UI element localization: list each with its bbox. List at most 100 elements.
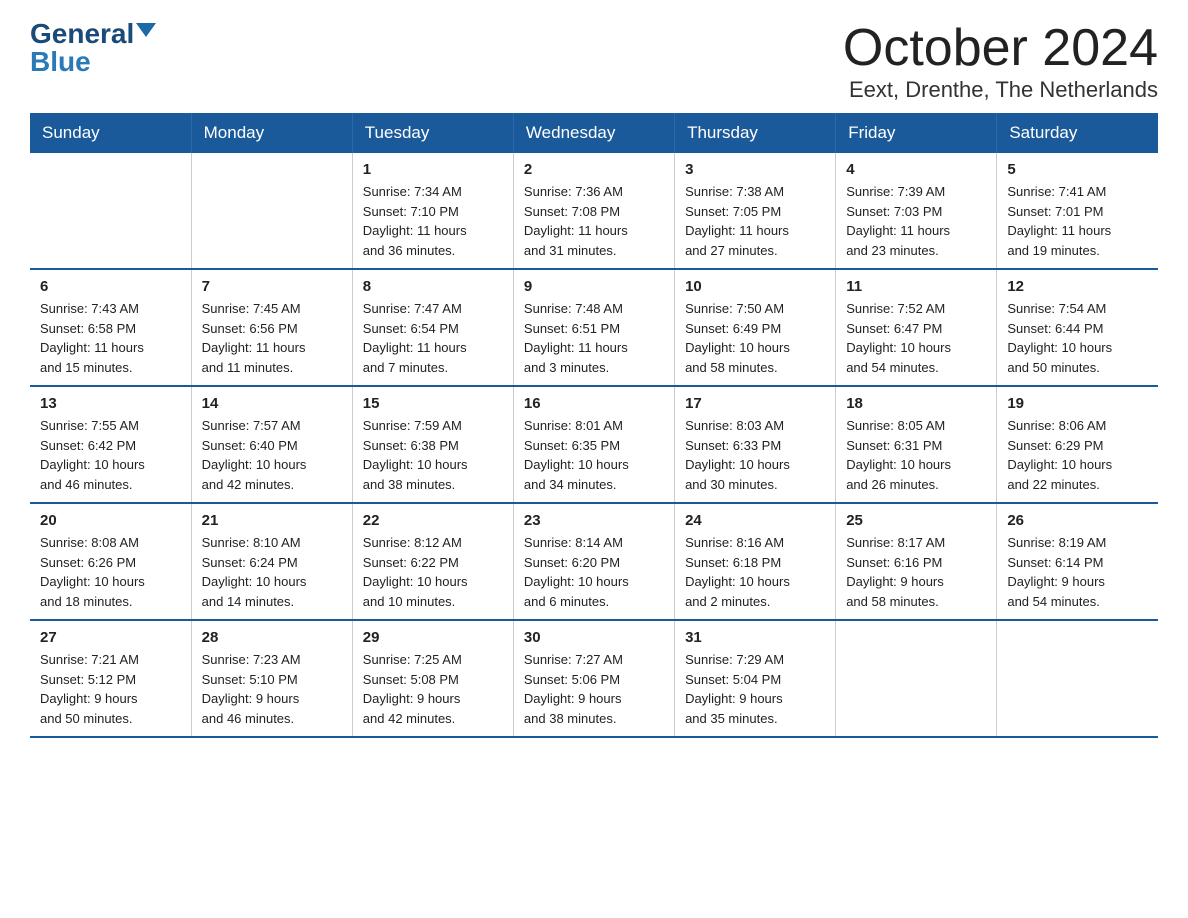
calendar-cell: 31 Sunrise: 7:29 AM Sunset: 5:04 PM Dayli… (675, 620, 836, 737)
calendar-cell: 12 Sunrise: 7:54 AM Sunset: 6:44 PM Dayli… (997, 269, 1158, 386)
day-info: Sunrise: 8:19 AM Sunset: 6:14 PM Dayligh… (1007, 533, 1148, 611)
day-number: 20 (40, 512, 181, 529)
day-number: 6 (40, 278, 181, 295)
day-number: 14 (202, 395, 342, 412)
day-info: Sunrise: 7:43 AM Sunset: 6:58 PM Dayligh… (40, 299, 181, 377)
calendar-cell: 1 Sunrise: 7:34 AM Sunset: 7:10 PM Daylig… (352, 153, 513, 269)
calendar-cell: 7Sunrise: 7:45 AM Sunset: 6:56 PM Daylig… (191, 269, 352, 386)
calendar-cell: 6 Sunrise: 7:43 AM Sunset: 6:58 PM Daylig… (30, 269, 191, 386)
calendar-cell: 25 Sunrise: 8:17 AM Sunset: 6:16 PM Dayli… (836, 503, 997, 620)
calendar-cell: 10Sunrise: 7:50 AM Sunset: 6:49 PM Dayli… (675, 269, 836, 386)
day-info: Sunrise: 7:55 AM Sunset: 6:42 PM Dayligh… (40, 416, 181, 494)
day-number: 3 (685, 161, 825, 178)
day-info: Sunrise: 8:17 AM Sunset: 6:16 PM Dayligh… (846, 533, 986, 611)
day-info: Sunrise: 8:16 AM Sunset: 6:18 PM Dayligh… (685, 533, 825, 611)
calendar-cell (997, 620, 1158, 737)
day-number: 27 (40, 629, 181, 646)
day-info: Sunrise: 7:59 AM Sunset: 6:38 PM Dayligh… (363, 416, 503, 494)
calendar-cell: 29Sunrise: 7:25 AM Sunset: 5:08 PM Dayli… (352, 620, 513, 737)
day-info: Sunrise: 7:29 AM Sunset: 5:04 PM Dayligh… (685, 650, 825, 728)
day-number: 23 (524, 512, 664, 529)
logo-blue-text: Blue (30, 48, 91, 76)
location-title: Eext, Drenthe, The Netherlands (843, 77, 1158, 103)
day-info: Sunrise: 7:38 AM Sunset: 7:05 PM Dayligh… (685, 182, 825, 260)
calendar-cell: 21Sunrise: 8:10 AM Sunset: 6:24 PM Dayli… (191, 503, 352, 620)
day-info: Sunrise: 7:45 AM Sunset: 6:56 PM Dayligh… (202, 299, 342, 377)
calendar-week-row: 1 Sunrise: 7:34 AM Sunset: 7:10 PM Daylig… (30, 153, 1158, 269)
day-info: Sunrise: 7:52 AM Sunset: 6:47 PM Dayligh… (846, 299, 986, 377)
calendar-cell: 16 Sunrise: 8:01 AM Sunset: 6:35 PM Dayli… (513, 386, 674, 503)
day-number: 8 (363, 278, 503, 295)
calendar-header-row: SundayMondayTuesdayWednesdayThursdayFrid… (30, 113, 1158, 153)
day-info: Sunrise: 8:14 AM Sunset: 6:20 PM Dayligh… (524, 533, 664, 611)
column-header-tuesday: Tuesday (352, 113, 513, 153)
column-header-monday: Monday (191, 113, 352, 153)
day-number: 19 (1007, 395, 1148, 412)
day-info: Sunrise: 7:27 AM Sunset: 5:06 PM Dayligh… (524, 650, 664, 728)
calendar-cell: 26Sunrise: 8:19 AM Sunset: 6:14 PM Dayli… (997, 503, 1158, 620)
calendar-table: SundayMondayTuesdayWednesdayThursdayFrid… (30, 113, 1158, 738)
calendar-cell: 11 Sunrise: 7:52 AM Sunset: 6:47 PM Dayli… (836, 269, 997, 386)
calendar-cell (191, 153, 352, 269)
day-info: Sunrise: 7:47 AM Sunset: 6:54 PM Dayligh… (363, 299, 503, 377)
day-number: 22 (363, 512, 503, 529)
day-number: 1 (363, 161, 503, 178)
day-info: Sunrise: 7:23 AM Sunset: 5:10 PM Dayligh… (202, 650, 342, 728)
calendar-cell: 9 Sunrise: 7:48 AM Sunset: 6:51 PM Daylig… (513, 269, 674, 386)
calendar-cell: 24 Sunrise: 8:16 AM Sunset: 6:18 PM Dayli… (675, 503, 836, 620)
calendar-cell: 18 Sunrise: 8:05 AM Sunset: 6:31 PM Dayli… (836, 386, 997, 503)
title-section: October 2024 Eext, Drenthe, The Netherla… (843, 20, 1158, 103)
day-number: 16 (524, 395, 664, 412)
calendar-cell (30, 153, 191, 269)
calendar-cell: 23 Sunrise: 8:14 AM Sunset: 6:20 PM Dayli… (513, 503, 674, 620)
day-info: Sunrise: 7:48 AM Sunset: 6:51 PM Dayligh… (524, 299, 664, 377)
column-header-thursday: Thursday (675, 113, 836, 153)
day-info: Sunrise: 8:03 AM Sunset: 6:33 PM Dayligh… (685, 416, 825, 494)
day-number: 30 (524, 629, 664, 646)
day-info: Sunrise: 7:21 AM Sunset: 5:12 PM Dayligh… (40, 650, 181, 728)
day-number: 21 (202, 512, 342, 529)
calendar-cell (836, 620, 997, 737)
day-number: 9 (524, 278, 664, 295)
calendar-cell: 27 Sunrise: 7:21 AM Sunset: 5:12 PM Dayli… (30, 620, 191, 737)
calendar-cell: 13 Sunrise: 7:55 AM Sunset: 6:42 PM Dayli… (30, 386, 191, 503)
day-number: 29 (363, 629, 503, 646)
calendar-cell: 4 Sunrise: 7:39 AM Sunset: 7:03 PM Daylig… (836, 153, 997, 269)
calendar-week-row: 6 Sunrise: 7:43 AM Sunset: 6:58 PM Daylig… (30, 269, 1158, 386)
calendar-cell: 2Sunrise: 7:36 AM Sunset: 7:08 PM Daylig… (513, 153, 674, 269)
day-number: 10 (685, 278, 825, 295)
calendar-cell: 8 Sunrise: 7:47 AM Sunset: 6:54 PM Daylig… (352, 269, 513, 386)
day-info: Sunrise: 7:41 AM Sunset: 7:01 PM Dayligh… (1007, 182, 1148, 260)
day-number: 25 (846, 512, 986, 529)
day-info: Sunrise: 7:54 AM Sunset: 6:44 PM Dayligh… (1007, 299, 1148, 377)
day-info: Sunrise: 7:36 AM Sunset: 7:08 PM Dayligh… (524, 182, 664, 260)
calendar-cell: 17 Sunrise: 8:03 AM Sunset: 6:33 PM Dayli… (675, 386, 836, 503)
calendar-cell: 22 Sunrise: 8:12 AM Sunset: 6:22 PM Dayli… (352, 503, 513, 620)
day-info: Sunrise: 7:39 AM Sunset: 7:03 PM Dayligh… (846, 182, 986, 260)
day-info: Sunrise: 7:57 AM Sunset: 6:40 PM Dayligh… (202, 416, 342, 494)
day-number: 13 (40, 395, 181, 412)
day-info: Sunrise: 8:05 AM Sunset: 6:31 PM Dayligh… (846, 416, 986, 494)
day-number: 18 (846, 395, 986, 412)
month-title: October 2024 (843, 20, 1158, 77)
day-info: Sunrise: 7:34 AM Sunset: 7:10 PM Dayligh… (363, 182, 503, 260)
day-info: Sunrise: 8:01 AM Sunset: 6:35 PM Dayligh… (524, 416, 664, 494)
day-number: 31 (685, 629, 825, 646)
day-number: 11 (846, 278, 986, 295)
calendar-cell: 5Sunrise: 7:41 AM Sunset: 7:01 PM Daylig… (997, 153, 1158, 269)
day-info: Sunrise: 8:06 AM Sunset: 6:29 PM Dayligh… (1007, 416, 1148, 494)
column-header-sunday: Sunday (30, 113, 191, 153)
calendar-cell: 28Sunrise: 7:23 AM Sunset: 5:10 PM Dayli… (191, 620, 352, 737)
day-info: Sunrise: 8:08 AM Sunset: 6:26 PM Dayligh… (40, 533, 181, 611)
logo: General Blue (30, 20, 156, 76)
day-number: 17 (685, 395, 825, 412)
day-info: Sunrise: 8:12 AM Sunset: 6:22 PM Dayligh… (363, 533, 503, 611)
day-number: 15 (363, 395, 503, 412)
day-number: 12 (1007, 278, 1148, 295)
logo-general-text: General (30, 20, 134, 48)
day-number: 24 (685, 512, 825, 529)
day-number: 4 (846, 161, 986, 178)
column-header-friday: Friday (836, 113, 997, 153)
calendar-cell: 30 Sunrise: 7:27 AM Sunset: 5:06 PM Dayli… (513, 620, 674, 737)
calendar-week-row: 27 Sunrise: 7:21 AM Sunset: 5:12 PM Dayli… (30, 620, 1158, 737)
